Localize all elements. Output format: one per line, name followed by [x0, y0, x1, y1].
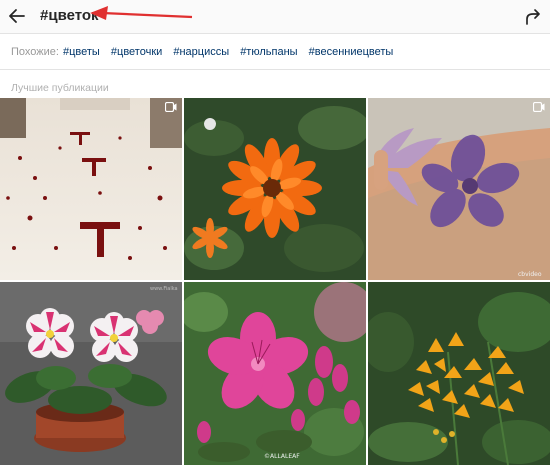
arrow-left-icon[interactable]: [6, 5, 28, 27]
post-thumbnail[interactable]: [368, 282, 550, 465]
related-tag[interactable]: #нарциссы: [173, 46, 229, 58]
post-thumbnail[interactable]: [0, 98, 182, 280]
post-thumbnail[interactable]: cbvideo: [368, 98, 550, 280]
post-image: [368, 282, 550, 465]
top-posts-label: Лучшие публикации: [11, 82, 109, 94]
video-icon: [533, 102, 545, 112]
share-arrow-icon[interactable]: [524, 7, 542, 27]
post-watermark: www.Fialka: [150, 286, 178, 292]
related-tag[interactable]: #весенниецветы: [309, 46, 394, 58]
post-thumbnail[interactable]: www.Fialka: [0, 282, 182, 465]
related-tag[interactable]: #тюльпаны: [240, 46, 297, 58]
top-bar: #цветок: [0, 0, 550, 34]
post-watermark: cbvideo: [518, 271, 542, 278]
annotation-arrow-icon: [90, 6, 193, 20]
post-thumbnail[interactable]: [184, 98, 366, 280]
post-image: [0, 98, 182, 280]
post-image: cbvideo: [368, 98, 550, 280]
post-watermark: ©ALLALEAF: [264, 453, 300, 460]
post-image: www.Fialka: [0, 282, 182, 465]
related-tags-bar: Похожие: #цветы #цветочки #нарциссы #тюл…: [0, 35, 550, 70]
post-thumbnail[interactable]: ©ALLALEAF: [184, 282, 366, 465]
post-image: ©ALLALEAF: [184, 282, 366, 465]
video-icon: [165, 102, 177, 112]
related-tag[interactable]: #цветочки: [111, 46, 162, 58]
post-image: [184, 98, 366, 280]
related-label: Похожие:: [11, 46, 59, 58]
post-grid: cbvideo www.Fialka ©ALLALEAF: [0, 98, 550, 465]
related-tag[interactable]: #цветы: [63, 46, 100, 58]
related-tags: #цветы #цветочки #нарциссы #тюльпаны #ве…: [63, 46, 401, 58]
